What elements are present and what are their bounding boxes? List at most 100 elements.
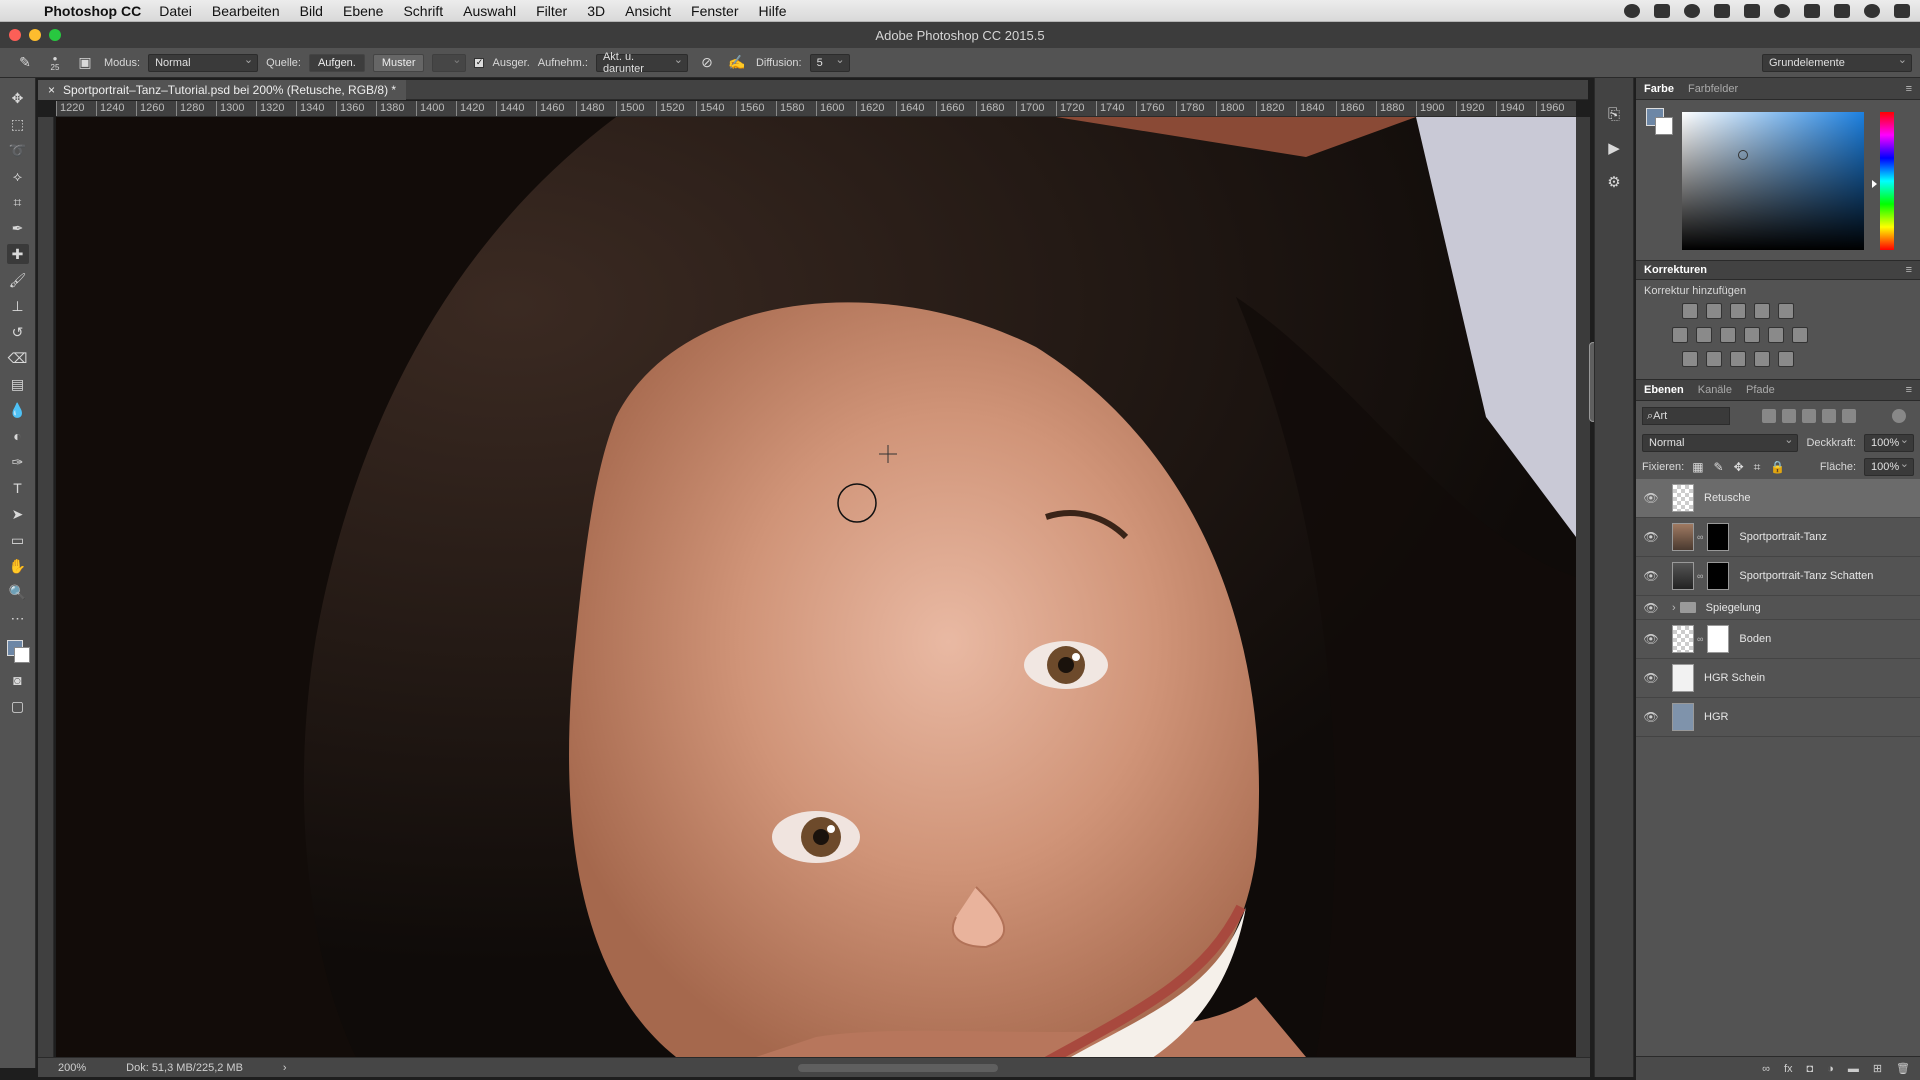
pressure-size-icon[interactable]: ✍ (726, 53, 748, 73)
menu-filter[interactable]: Filter (536, 3, 567, 19)
clone-stamp-tool-icon[interactable]: ⊥ (7, 296, 29, 316)
lock-pixels-icon[interactable]: ✎ (1714, 460, 1724, 475)
image-canvas[interactable] (56, 117, 1576, 1057)
brightness-contrast-icon[interactable] (1682, 303, 1698, 319)
screen-mode-icon[interactable]: ▢ (7, 696, 29, 716)
menu-datei[interactable]: Datei (159, 3, 192, 19)
layer-filter-search[interactable]: ⌕ Art (1642, 407, 1730, 425)
menu-auswahl[interactable]: Auswahl (463, 3, 516, 19)
aligned-checkbox[interactable]: ✓ (474, 57, 485, 68)
filter-smart-object-icon[interactable] (1842, 409, 1856, 423)
filter-type-icon[interactable] (1802, 409, 1816, 423)
zoom-level[interactable]: 200% (58, 1062, 86, 1074)
dodge-tool-icon[interactable]: ◐ (7, 426, 29, 446)
blur-tool-icon[interactable]: 💧 (7, 400, 29, 420)
opacity-field[interactable]: 100% (1864, 433, 1914, 452)
minimize-window-button[interactable] (29, 29, 41, 41)
actions-play-icon[interactable]: ▶ (1603, 138, 1625, 158)
layer-boden[interactable]: 👁 ∞ Boden (1636, 620, 1920, 659)
menu-3d[interactable]: 3D (587, 3, 605, 19)
pen-tool-icon[interactable]: ✑ (7, 452, 29, 472)
crop-tool-icon[interactable]: ⌗ (7, 192, 29, 212)
color-picker-cursor[interactable] (1738, 150, 1748, 160)
lock-transparency-icon[interactable]: ▦ (1692, 460, 1703, 475)
adjustments-title[interactable]: Korrekturen (1644, 264, 1707, 276)
wifi-icon[interactable] (1834, 4, 1850, 18)
layer-mask-thumbnail[interactable] (1707, 562, 1730, 590)
sample-dropdown[interactable]: Akt. u. darunter (595, 51, 688, 75)
ignore-adjustment-layers-icon[interactable]: ⊘ (696, 53, 718, 73)
color-lookup-icon[interactable] (1792, 327, 1808, 343)
lock-position-icon[interactable]: ✥ (1734, 460, 1744, 475)
menu-fenster[interactable]: Fenster (691, 3, 738, 19)
color-panel-swatches[interactable] (1646, 108, 1676, 138)
quick-selection-tool-icon[interactable]: ⟡ (7, 166, 29, 186)
history-panel-icon[interactable]: ⎘ (1603, 104, 1625, 124)
exposure-icon[interactable] (1754, 303, 1770, 319)
menu-bild[interactable]: Bild (300, 3, 323, 19)
document-size[interactable]: Dok: 51,3 MB/225,2 MB (126, 1062, 243, 1074)
menu-bearbeiten[interactable]: Bearbeiten (212, 3, 280, 19)
hue-slider-arrow[interactable] (1872, 180, 1877, 188)
layer-style-fx-icon[interactable]: fx (1784, 1063, 1793, 1075)
layer-sportportrait-tanz-schatten[interactable]: 👁 ∞ Sportportrait-Tanz Schatten (1636, 557, 1920, 596)
mask-link-icon[interactable]: ∞ (1697, 532, 1703, 542)
rectangle-tool-icon[interactable]: ▭ (7, 530, 29, 550)
selective-color-icon[interactable] (1754, 351, 1770, 367)
posterize-icon[interactable] (1706, 351, 1722, 367)
tab-kanaele[interactable]: Kanäle (1698, 384, 1732, 396)
quick-mask-icon[interactable]: ◙ (7, 670, 29, 690)
hand-tool-icon[interactable]: ✋ (7, 556, 29, 576)
filter-shape-icon[interactable] (1822, 409, 1836, 423)
close-window-button[interactable] (9, 29, 21, 41)
levels-icon[interactable] (1706, 303, 1722, 319)
horizontal-scroll-thumb[interactable] (798, 1064, 998, 1072)
photo-filter-icon[interactable] (1744, 327, 1760, 343)
adjustments-menu-icon[interactable]: ≡ (1906, 264, 1912, 276)
history-brush-tool-icon[interactable]: ↺ (7, 322, 29, 342)
drive-icon[interactable] (1714, 4, 1730, 18)
status-chevron-icon[interactable]: › (283, 1062, 287, 1074)
record-icon[interactable] (1624, 4, 1640, 18)
lasso-tool-icon[interactable]: ➰ (7, 140, 29, 160)
time-machine-icon[interactable] (1774, 4, 1790, 18)
visibility-eye-icon[interactable]: 👁 (1640, 569, 1662, 583)
group-expand-icon[interactable]: › (1672, 602, 1676, 614)
channel-mixer-icon[interactable] (1768, 327, 1784, 343)
properties-panel-icon[interactable]: ⚙ (1603, 172, 1625, 192)
creative-cloud-icon[interactable] (1684, 4, 1700, 18)
filter-adjustment-icon[interactable] (1782, 409, 1796, 423)
mask-link-icon[interactable]: ∞ (1697, 634, 1703, 644)
close-tab-icon[interactable]: × (48, 83, 55, 97)
workspace-dropdown[interactable]: Grundelemente (1762, 53, 1912, 72)
filter-toggle-icon[interactable] (1892, 409, 1906, 423)
layer-hgr-schein[interactable]: 👁 HGR Schein (1636, 659, 1920, 698)
menu-app-name[interactable]: Photoshop CC (44, 3, 141, 19)
visibility-eye-icon[interactable]: 👁 (1640, 530, 1662, 544)
horizontal-ruler[interactable]: 1220 1240 1260 1280 1300 1320 1340 1360 1380 1400… (56, 101, 1576, 117)
blend-mode-dropdown[interactable]: Normal (1642, 433, 1799, 452)
panel-menu-icon[interactable]: ≡ (1906, 83, 1912, 95)
zoom-tool-icon[interactable]: 🔍 (7, 582, 29, 602)
eraser-tool-icon[interactable]: ⌫ (7, 348, 29, 368)
new-layer-icon[interactable]: ⊞ (1873, 1062, 1882, 1075)
clone-source-panel-icon[interactable]: ▣ (74, 53, 96, 73)
diffusion-dropdown[interactable]: 5 (809, 53, 850, 72)
new-group-icon[interactable]: ▬ (1848, 1063, 1859, 1075)
menu-hilfe[interactable]: Hilfe (759, 3, 787, 19)
brush-picker-icon[interactable]: ● 25 (44, 53, 66, 73)
layer-sportportrait-tanz[interactable]: 👁 ∞ Sportportrait-Tanz (1636, 518, 1920, 557)
color-balance-icon[interactable] (1696, 327, 1712, 343)
vertical-scrollbar[interactable] (1576, 117, 1597, 1057)
visibility-eye-icon[interactable]: 👁 (1640, 671, 1662, 685)
notification-center-icon[interactable] (1894, 4, 1910, 18)
filter-pixel-icon[interactable] (1762, 409, 1776, 423)
vibrance-icon[interactable] (1778, 303, 1794, 319)
new-adjustment-layer-icon[interactable]: ◑ (1827, 1063, 1834, 1075)
color-panel-background[interactable] (1655, 117, 1673, 135)
threshold-icon[interactable] (1730, 351, 1746, 367)
background-color-swatch[interactable] (13, 647, 30, 663)
spotlight-icon[interactable] (1864, 4, 1880, 18)
healing-brush-preset-icon[interactable]: ✎ (14, 53, 36, 73)
document-tab[interactable]: × Sportportrait–Tanz–Tutorial.psd bei 20… (38, 79, 407, 100)
